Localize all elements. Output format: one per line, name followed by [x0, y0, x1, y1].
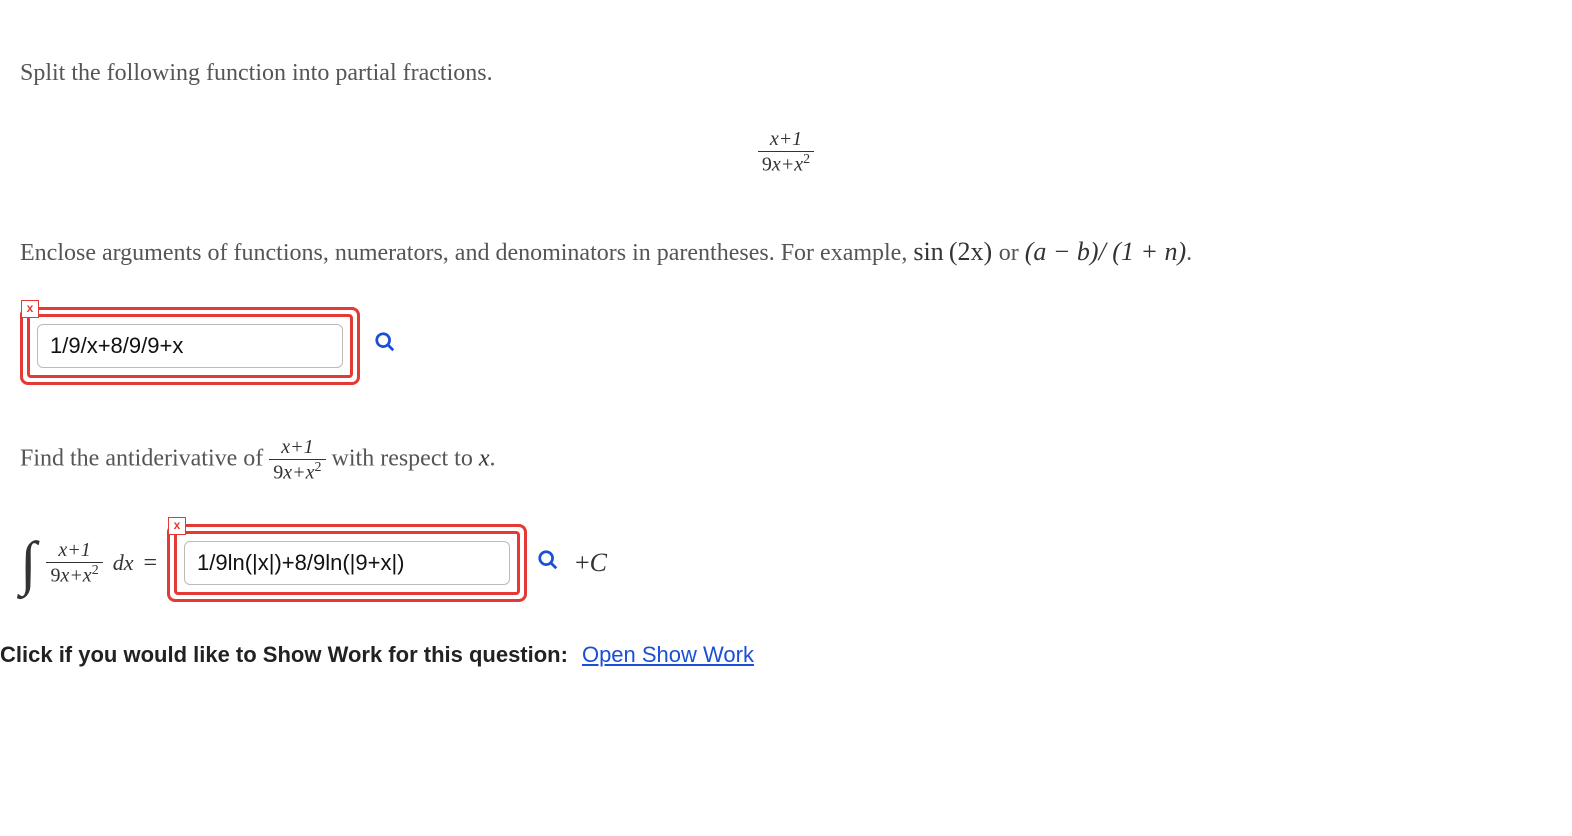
- q2-post-a: with respect to: [332, 445, 479, 471]
- answer1-wrap: x: [20, 307, 360, 385]
- example-fraction-text: (a − b)/ (1 + n): [1025, 237, 1186, 266]
- question1-instruction: Split the following function into partia…: [20, 60, 1552, 87]
- q2-frac-den-coef: 9: [273, 461, 283, 483]
- incorrect-badge-icon-2: x: [168, 517, 186, 535]
- integral-sign-icon: ∫: [20, 533, 36, 593]
- preview-icon-2[interactable]: [537, 549, 559, 578]
- answer2-input[interactable]: [184, 541, 510, 585]
- fraction-numerator: x+1: [770, 128, 802, 150]
- fraction-den-coef: 9: [762, 154, 772, 176]
- int-frac-den-coef: 9: [50, 565, 60, 587]
- q2-post-x: x: [479, 445, 490, 471]
- equals-sign: =: [143, 550, 157, 577]
- dx-text: dx: [113, 550, 134, 576]
- int-frac-num: x+1: [58, 539, 90, 561]
- question2-instruction: Find the antiderivative of x+1 9x+x2 wit…: [20, 435, 1552, 485]
- open-show-work-link[interactable]: Open Show Work: [582, 642, 754, 668]
- answer2-wrap: x: [167, 524, 527, 602]
- enclose-instruction: Enclose arguments of functions, numerato…: [20, 237, 1552, 267]
- q2-pre-text: Find the antiderivative of: [20, 445, 269, 471]
- q2-frac-den-rest: x+x: [283, 461, 314, 483]
- incorrect-badge-icon: x: [21, 300, 39, 318]
- plus-c: +C: [575, 548, 607, 578]
- fraction-den-exp: 2: [803, 152, 810, 167]
- q2-post-dot: .: [489, 445, 495, 471]
- q2-frac-num: x+1: [281, 436, 313, 458]
- enclose-text: Enclose arguments of functions, numerato…: [20, 240, 913, 266]
- or-text: or: [999, 240, 1025, 266]
- preview-icon[interactable]: [374, 331, 396, 360]
- show-work-label: Click if you would like to Show Work for…: [0, 642, 568, 668]
- question-fraction: x+1 9x+x2: [20, 127, 1552, 177]
- fraction-den-rest: x+x: [772, 154, 803, 176]
- period: .: [1186, 240, 1192, 266]
- int-frac-den-exp: 2: [92, 563, 99, 578]
- int-frac-den-rest: x+x: [60, 565, 91, 587]
- q2-frac-den-exp: 2: [315, 460, 322, 475]
- answer1-input[interactable]: [37, 324, 343, 368]
- example-sin: sin (2x): [913, 237, 992, 266]
